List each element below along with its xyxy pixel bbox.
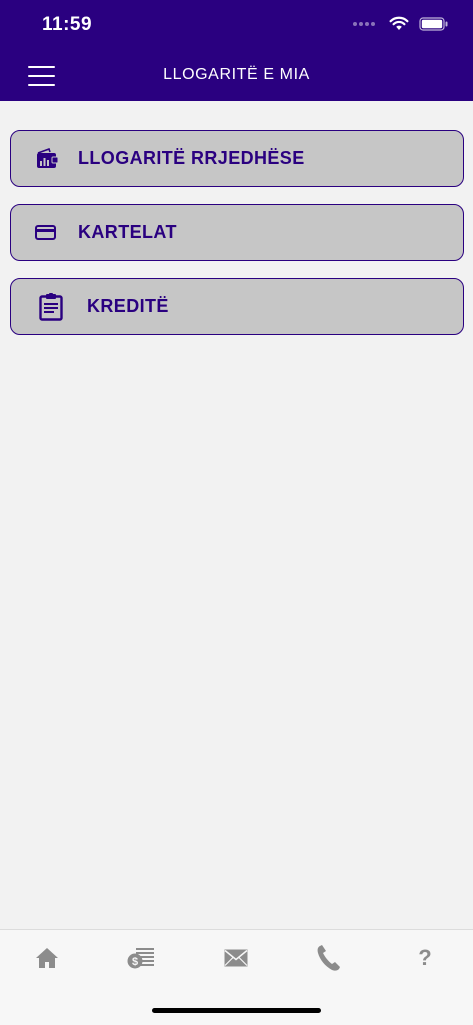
help-icon: ? [418,945,432,970]
current-accounts-label: LLOGARITË RRJEDHËSE [78,148,305,168]
home-indicator [152,1008,321,1013]
navigation-bar: LLOGARITË E MIA [0,56,473,96]
cards-button[interactable]: KARTELAT [10,204,464,261]
tab-messages[interactable] [216,942,256,974]
money-list-icon: $ [127,948,154,969]
credit-card-icon [35,224,57,241]
tab-call[interactable] [309,942,349,974]
battery-icon [419,16,448,31]
home-icon [36,948,58,968]
svg-text:$: $ [132,956,138,968]
clipboard-icon [39,292,63,321]
status-time: 11:59 [42,14,93,35]
tab-accounts[interactable]: $ [121,942,161,974]
loans-button[interactable]: KREDITË [10,278,464,335]
phone-icon [317,945,340,971]
wifi-icon [389,16,409,30]
status-indicators [353,16,449,31]
wallet-chart-icon [35,147,59,170]
accounts-menu: LLOGARITË RRJEDHËSE KARTELAT KREDITË [10,130,464,352]
app-header: 11:59 LLOGARITË E MIA [0,0,473,101]
tab-help[interactable]: ? [405,942,445,974]
current-accounts-button[interactable]: LLOGARITË RRJEDHËSE [10,130,464,187]
mail-icon [224,949,248,967]
cards-label: KARTELAT [78,222,177,242]
cellular-signal-icon [353,21,375,26]
loans-label: KREDITË [87,296,169,316]
tab-home[interactable] [27,942,67,974]
page-title: LLOGARITË E MIA [163,66,310,83]
